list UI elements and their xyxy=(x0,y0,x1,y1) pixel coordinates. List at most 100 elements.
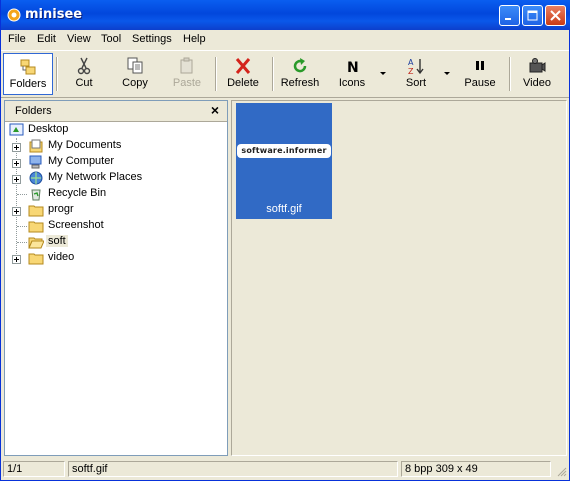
maximize-icon xyxy=(527,10,538,21)
pause-icon xyxy=(476,61,484,70)
title-bar[interactable]: minisee xyxy=(1,0,570,30)
icons-label: Icons xyxy=(338,77,366,89)
folder-icon xyxy=(28,221,44,233)
sort-button[interactable]: A Z Sort xyxy=(393,53,439,95)
paste-icon xyxy=(180,57,193,74)
pause-label: Pause xyxy=(464,77,496,89)
thumbnail-image: software.informer xyxy=(237,144,331,158)
resize-grip-icon[interactable] xyxy=(555,465,567,477)
cut-label: Cut xyxy=(75,77,93,89)
pause-button[interactable]: Pause xyxy=(457,53,503,95)
az-sort-icon: A Z xyxy=(408,58,424,75)
folders-button[interactable]: Folders xyxy=(3,53,53,95)
tree-item-my-documents[interactable]: My Documents xyxy=(11,139,211,155)
svg-text:A: A xyxy=(408,58,414,67)
thumbnail-item[interactable]: software.informer softf.gif xyxy=(236,103,332,219)
folders-label: Folders xyxy=(9,78,47,90)
video-label: Video xyxy=(523,77,551,89)
tree-item-my-computer[interactable]: My Computer xyxy=(11,155,211,171)
tree-label: Desktop xyxy=(28,123,69,135)
video-button[interactable]: Video xyxy=(515,53,559,95)
menu-view[interactable]: View xyxy=(67,33,91,45)
expand-toggle[interactable] xyxy=(12,159,21,168)
tree-item-recycle-bin[interactable]: Recycle Bin xyxy=(11,187,211,203)
tree-item-screenshot[interactable]: Screenshot xyxy=(11,219,211,235)
paste-button[interactable]: Paste xyxy=(163,53,211,95)
tree-item-video[interactable]: video xyxy=(11,251,211,267)
menu-settings[interactable]: Settings xyxy=(132,33,172,45)
tree-label: soft xyxy=(46,235,68,247)
network-places-icon xyxy=(29,171,43,185)
menu-help[interactable]: Help xyxy=(183,33,206,45)
close-button[interactable] xyxy=(545,5,566,26)
icons-dropdown-arrow-icon[interactable] xyxy=(380,72,386,75)
tree-line xyxy=(17,194,27,195)
expand-toggle[interactable] xyxy=(12,207,21,216)
letter-n-icon: N xyxy=(347,60,359,75)
tree-label: My Documents xyxy=(48,139,122,151)
folder-tree-icon xyxy=(20,59,36,75)
my-documents-icon xyxy=(29,139,43,153)
minimize-icon xyxy=(505,18,511,20)
menu-tool[interactable]: Tool xyxy=(101,33,121,45)
status-index: 1/1 xyxy=(3,461,65,477)
minimize-button[interactable] xyxy=(499,5,520,26)
tree-label: Screenshot xyxy=(48,219,104,231)
menu-file[interactable]: File xyxy=(8,33,26,45)
recycle-bin-icon xyxy=(31,189,41,201)
svg-text:Z: Z xyxy=(408,67,414,75)
folder-icon xyxy=(28,253,44,265)
desktop-icon xyxy=(9,123,24,136)
maximize-button[interactable] xyxy=(522,5,543,26)
folders-panel-title: Folders xyxy=(15,105,52,117)
thumbnail-view[interactable]: software.informer softf.gif xyxy=(231,100,567,456)
status-filename: softf.gif xyxy=(68,461,398,477)
folders-panel: Folders × Desktop My Documents My Comput… xyxy=(4,100,228,456)
delete-button[interactable]: Delete xyxy=(219,53,267,95)
tree-label: Recycle Bin xyxy=(48,187,107,199)
refresh-label: Refresh xyxy=(280,77,320,89)
cut-button[interactable]: Cut xyxy=(61,53,107,95)
expand-toggle[interactable] xyxy=(12,255,21,264)
expand-toggle[interactable] xyxy=(12,143,21,152)
tree-item-progr[interactable]: progr xyxy=(11,203,211,219)
toolbar-separator xyxy=(509,57,511,91)
sort-dropdown-arrow-icon[interactable] xyxy=(444,72,450,75)
toolbar-separator xyxy=(272,57,274,91)
thumbnail-filename: softf.gif xyxy=(266,203,302,215)
tree-item-my-network-places[interactable]: My Network Places xyxy=(11,171,211,187)
app-logo-icon xyxy=(7,8,21,22)
expand-toggle[interactable] xyxy=(12,175,21,184)
copy-label: Copy xyxy=(122,77,148,89)
toolbar-separator xyxy=(215,57,217,91)
red-x-icon xyxy=(235,58,251,74)
menu-edit[interactable]: Edit xyxy=(37,33,56,45)
green-refresh-icon xyxy=(293,58,307,73)
tree-label: progr xyxy=(48,203,74,215)
tree-line xyxy=(17,242,27,243)
status-image-info: 8 bpp 309 x 49 xyxy=(401,461,551,477)
tree-label: My Network Places xyxy=(48,171,143,183)
window-title: minisee xyxy=(25,7,83,22)
toolbar: Folders Cut Copy Paste Delete Refresh N … xyxy=(1,50,569,98)
tree-label: My Computer xyxy=(48,155,115,167)
scissors-icon xyxy=(77,57,91,75)
my-computer-icon xyxy=(29,155,42,169)
app-window: minisee File Edit View Tool Settings Hel… xyxy=(0,0,570,481)
svg-text:N: N xyxy=(347,60,359,75)
folders-panel-close-button[interactable]: × xyxy=(211,102,219,118)
tree-line xyxy=(17,226,27,227)
open-folder-icon xyxy=(28,237,44,249)
sort-label: Sort xyxy=(405,77,427,89)
paste-label: Paste xyxy=(172,77,202,89)
folders-panel-header: Folders × xyxy=(5,101,227,122)
tree-item-soft[interactable]: soft xyxy=(11,235,211,251)
refresh-button[interactable]: Refresh xyxy=(277,53,323,95)
tree-item-desktop[interactable]: Desktop xyxy=(9,123,209,139)
icons-button[interactable]: N Icons xyxy=(329,53,375,95)
menu-bar: File Edit View Tool Settings Help xyxy=(1,30,569,49)
copy-icon xyxy=(127,57,143,74)
tree-label: video xyxy=(48,251,75,263)
copy-button[interactable]: Copy xyxy=(111,53,159,95)
toolbar-separator xyxy=(56,57,58,91)
